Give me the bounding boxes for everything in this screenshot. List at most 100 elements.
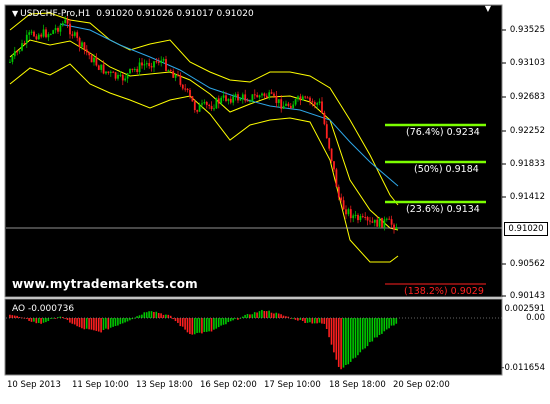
candle-body [297, 96, 299, 100]
candle-body [208, 104, 211, 107]
ao-bar [71, 318, 74, 324]
time-tick: 11 Sep 10:00 [72, 380, 129, 390]
ao-bar [93, 318, 95, 331]
ao-bar [114, 318, 117, 327]
candle-body [313, 102, 316, 105]
candle-body [249, 101, 251, 103]
ao-bar [381, 318, 383, 334]
ao-bar [352, 318, 354, 359]
candle-body [225, 95, 227, 101]
ao-bar [42, 318, 45, 323]
ao-bar [390, 318, 393, 326]
candle-body [42, 29, 45, 37]
ao-bar [109, 318, 112, 328]
ao-bar [191, 318, 194, 335]
ao-bar [347, 318, 350, 365]
ao-bar [181, 318, 184, 327]
candle-body [333, 161, 335, 170]
ao-bar [301, 318, 304, 322]
indicator-label: AO -0.000736 [12, 304, 75, 314]
candle-body [61, 23, 64, 26]
chart-ohlc: 0.91020 0.91026 0.91017 0.91020 [96, 9, 254, 19]
candle-body [150, 66, 153, 68]
ao-bar [261, 309, 263, 318]
candle-body [52, 30, 55, 34]
candle-body [30, 31, 33, 33]
ao-bar [35, 318, 38, 324]
indicator-panel[interactable] [4, 298, 503, 376]
ao-bar [208, 318, 210, 332]
candle-body [69, 23, 71, 35]
candle-body [57, 28, 59, 32]
candle-body [129, 68, 131, 74]
ao-bar [369, 318, 371, 343]
candle-body [287, 103, 290, 106]
ao-bar [361, 318, 364, 350]
ao-bar [102, 318, 105, 330]
ao-bar [213, 318, 215, 330]
candle-body [325, 124, 328, 139]
candle-body [198, 104, 201, 112]
candle-body [114, 72, 117, 79]
candle-body [237, 94, 239, 101]
ao-bar [340, 318, 342, 370]
candle-body [16, 51, 19, 53]
candle-body [321, 101, 323, 113]
ao-bar [359, 318, 362, 353]
ao-bar [349, 318, 352, 362]
ao-bar [78, 318, 81, 328]
ao-bar [229, 318, 232, 322]
candle-body [280, 99, 283, 109]
candle-body [73, 32, 76, 36]
candle-body [131, 68, 134, 70]
candle-body [220, 97, 223, 104]
ao-bar [95, 318, 98, 331]
price-tick: 0.92252 [509, 126, 545, 136]
candle-body [181, 84, 184, 89]
time-tick: 20 Sep 02:00 [393, 380, 450, 390]
price-tick: 0.90143 [509, 291, 545, 301]
ao-bar [251, 314, 254, 318]
ao-bar [395, 318, 398, 324]
candle-body [244, 94, 247, 101]
watermark-text: www.mytrademarkets.com [12, 277, 198, 291]
ao-bar [256, 312, 258, 318]
candle-body [37, 34, 40, 40]
candle-body [301, 96, 304, 101]
ao-bar [124, 318, 126, 323]
ao-bar [117, 318, 119, 326]
ao-bar [81, 318, 83, 329]
candle-body [133, 69, 136, 71]
candle-body [169, 70, 172, 72]
candle-body [258, 95, 261, 98]
candle-body [21, 43, 23, 51]
ao-bar [357, 318, 359, 356]
ao-bar [30, 318, 33, 322]
candle-body [311, 101, 314, 103]
ao-bar [90, 318, 93, 330]
candle-body [229, 98, 232, 103]
candle-body [282, 105, 285, 109]
ao-bar [371, 318, 374, 342]
ao-bar [253, 312, 256, 318]
candle-body [395, 227, 398, 230]
ao-bar [232, 318, 234, 321]
ao-bar [37, 318, 40, 324]
candle-body [153, 61, 155, 68]
price-tick: 0.91833 [509, 159, 545, 169]
ao-bar [277, 313, 280, 318]
ao-bar [177, 318, 179, 323]
trading-terminal-window: ▼ USDCHF-Pro,H1 0.91020 0.91026 0.91017 0… [0, 0, 550, 400]
ao-bar [203, 318, 206, 332]
ao-bar [323, 318, 326, 324]
candle-body [299, 96, 302, 101]
ao-bar [263, 310, 266, 318]
candle-body [102, 64, 105, 74]
candle-body [251, 94, 254, 102]
candle-body [83, 42, 86, 50]
candle-body [354, 214, 357, 216]
candle-body [138, 62, 141, 73]
candle-body [246, 100, 249, 102]
candle-body [306, 97, 309, 99]
close-icon[interactable]: ▼ [482, 3, 494, 15]
